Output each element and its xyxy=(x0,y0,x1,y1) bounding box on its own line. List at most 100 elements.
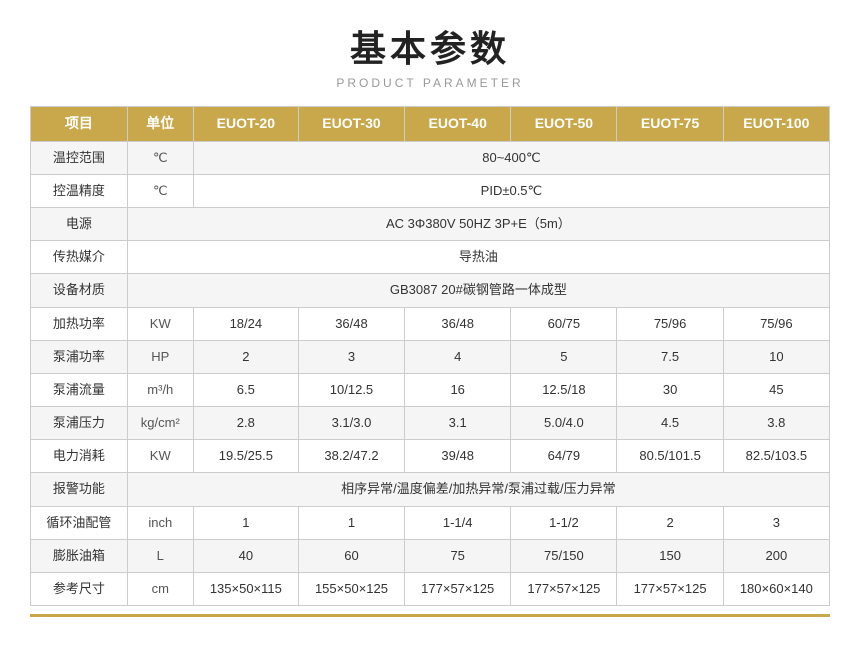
col-header-euot75: EUOT-75 xyxy=(617,107,723,142)
col-header-euot20: EUOT-20 xyxy=(193,107,298,142)
col-header-euot30: EUOT-30 xyxy=(298,107,404,142)
cell-euot30: 38.2/47.2 xyxy=(298,440,404,473)
cell-name: 加热功率 xyxy=(31,307,128,340)
cell-euot50: 5.0/4.0 xyxy=(511,407,617,440)
cell-euot30: 36/48 xyxy=(298,307,404,340)
cell-unit: m³/h xyxy=(127,373,193,406)
col-header-euot50: EUOT-50 xyxy=(511,107,617,142)
cell-euot100: 200 xyxy=(723,539,829,572)
cell-euot50: 64/79 xyxy=(511,440,617,473)
cell-euot75: 80.5/101.5 xyxy=(617,440,723,473)
cell-euot75: 7.5 xyxy=(617,340,723,373)
cell-euot75: 4.5 xyxy=(617,407,723,440)
cell-name: 泵浦压力 xyxy=(31,407,128,440)
table-row: 加热功率KW18/2436/4836/4860/7575/9675/96 xyxy=(31,307,830,340)
cell-euot40: 1-1/4 xyxy=(405,506,511,539)
cell-euot50: 12.5/18 xyxy=(511,373,617,406)
cell-euot30: 155×50×125 xyxy=(298,573,404,606)
cell-name: 泵浦功率 xyxy=(31,340,128,373)
cell-unit: KW xyxy=(127,440,193,473)
table-row: 电力消耗KW19.5/25.538.2/47.239/4864/7980.5/1… xyxy=(31,440,830,473)
cell-euot40: 16 xyxy=(405,373,511,406)
cell-name: 控温精度 xyxy=(31,174,128,207)
cell-euot75: 2 xyxy=(617,506,723,539)
cell-euot100: 82.5/103.5 xyxy=(723,440,829,473)
page-wrapper: 基本参数 PRODUCT PARAMETER 项目 单位 EUOT-20 EUO… xyxy=(0,0,860,647)
table-row: 传热媒介导热油 xyxy=(31,241,830,274)
cell-merged-value: 相序异常/温度偏差/加热异常/泵浦过载/压力异常 xyxy=(127,473,829,506)
col-header-euot40: EUOT-40 xyxy=(405,107,511,142)
cell-unit: cm xyxy=(127,573,193,606)
table-row: 泵浦流量m³/h6.510/12.51612.5/183045 xyxy=(31,373,830,406)
cell-euot75: 177×57×125 xyxy=(617,573,723,606)
table-row: 泵浦功率HP23457.510 xyxy=(31,340,830,373)
cell-name: 电力消耗 xyxy=(31,440,128,473)
cell-name: 泵浦流量 xyxy=(31,373,128,406)
cell-euot30: 3 xyxy=(298,340,404,373)
table-row: 泵浦压力kg/cm²2.83.1/3.03.15.0/4.04.53.8 xyxy=(31,407,830,440)
cell-unit: ℃ xyxy=(127,174,193,207)
cell-name: 电源 xyxy=(31,207,128,240)
cell-euot40: 3.1 xyxy=(405,407,511,440)
cell-unit: HP xyxy=(127,340,193,373)
cell-euot20: 2.8 xyxy=(193,407,298,440)
sub-title: PRODUCT PARAMETER xyxy=(30,76,830,90)
cell-euot30: 3.1/3.0 xyxy=(298,407,404,440)
main-title: 基本参数 xyxy=(30,20,830,72)
bottom-line xyxy=(30,614,830,617)
cell-euot40: 4 xyxy=(405,340,511,373)
title-section: 基本参数 PRODUCT PARAMETER xyxy=(30,20,830,90)
cell-euot100: 3.8 xyxy=(723,407,829,440)
cell-euot75: 75/96 xyxy=(617,307,723,340)
header-row: 项目 单位 EUOT-20 EUOT-30 EUOT-40 EUOT-50 EU… xyxy=(31,107,830,142)
cell-euot40: 36/48 xyxy=(405,307,511,340)
cell-merged-value: AC 3Φ380V 50HZ 3P+E（5m） xyxy=(127,207,829,240)
table-row: 设备材质GB3087 20#碳钢管路一体成型 xyxy=(31,274,830,307)
table-row: 控温精度℃PID±0.5℃ xyxy=(31,174,830,207)
cell-euot50: 177×57×125 xyxy=(511,573,617,606)
cell-unit: kg/cm² xyxy=(127,407,193,440)
cell-euot30: 60 xyxy=(298,539,404,572)
cell-name: 报警功能 xyxy=(31,473,128,506)
cell-euot30: 10/12.5 xyxy=(298,373,404,406)
cell-euot20: 19.5/25.5 xyxy=(193,440,298,473)
cell-unit: inch xyxy=(127,506,193,539)
table-row: 参考尺寸cm135×50×115155×50×125177×57×125177×… xyxy=(31,573,830,606)
cell-merged-value: PID±0.5℃ xyxy=(193,174,829,207)
table-header: 项目 单位 EUOT-20 EUOT-30 EUOT-40 EUOT-50 EU… xyxy=(31,107,830,142)
cell-name: 温控范围 xyxy=(31,141,128,174)
cell-euot20: 1 xyxy=(193,506,298,539)
cell-euot40: 39/48 xyxy=(405,440,511,473)
cell-name: 参考尺寸 xyxy=(31,573,128,606)
col-header-name: 项目 xyxy=(31,107,128,142)
cell-euot100: 75/96 xyxy=(723,307,829,340)
param-table: 项目 单位 EUOT-20 EUOT-30 EUOT-40 EUOT-50 EU… xyxy=(30,106,830,606)
cell-merged-value: 导热油 xyxy=(127,241,829,274)
table-body: 温控范围℃80~400℃控温精度℃PID±0.5℃电源AC 3Φ380V 50H… xyxy=(31,141,830,606)
table-row: 温控范围℃80~400℃ xyxy=(31,141,830,174)
cell-unit: L xyxy=(127,539,193,572)
cell-euot100: 180×60×140 xyxy=(723,573,829,606)
cell-euot20: 40 xyxy=(193,539,298,572)
cell-unit: ℃ xyxy=(127,141,193,174)
cell-merged-value: 80~400℃ xyxy=(193,141,829,174)
cell-euot75: 150 xyxy=(617,539,723,572)
cell-unit: KW xyxy=(127,307,193,340)
table-row: 电源AC 3Φ380V 50HZ 3P+E（5m） xyxy=(31,207,830,240)
cell-euot20: 135×50×115 xyxy=(193,573,298,606)
cell-euot50: 60/75 xyxy=(511,307,617,340)
table-row: 循环油配管inch111-1/41-1/223 xyxy=(31,506,830,539)
cell-euot75: 30 xyxy=(617,373,723,406)
cell-euot40: 75 xyxy=(405,539,511,572)
cell-euot100: 45 xyxy=(723,373,829,406)
table-row: 膨胀油箱L40607575/150150200 xyxy=(31,539,830,572)
col-header-euot100: EUOT-100 xyxy=(723,107,829,142)
cell-merged-value: GB3087 20#碳钢管路一体成型 xyxy=(127,274,829,307)
cell-name: 膨胀油箱 xyxy=(31,539,128,572)
cell-euot50: 75/150 xyxy=(511,539,617,572)
cell-euot50: 5 xyxy=(511,340,617,373)
cell-euot100: 3 xyxy=(723,506,829,539)
cell-euot40: 177×57×125 xyxy=(405,573,511,606)
cell-euot50: 1-1/2 xyxy=(511,506,617,539)
table-row: 报警功能相序异常/温度偏差/加热异常/泵浦过载/压力异常 xyxy=(31,473,830,506)
